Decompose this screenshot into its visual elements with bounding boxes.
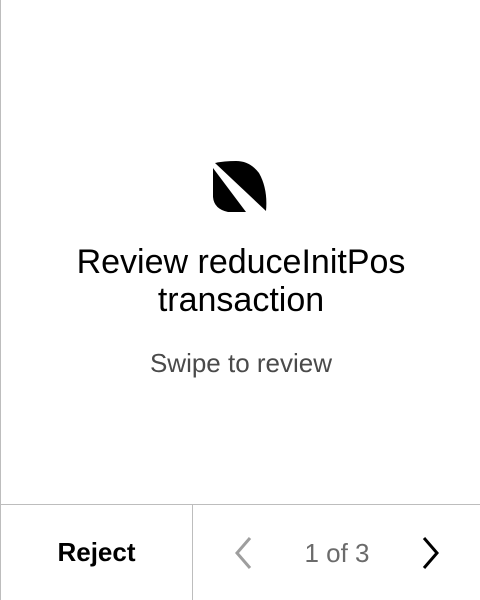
- title-line-2: transaction: [157, 281, 325, 319]
- swipe-hint: Swipe to review: [149, 348, 333, 378]
- app-logo-icon: [213, 161, 267, 212]
- chevron-left-icon[interactable]: [229, 535, 259, 571]
- reject-button[interactable]: Reject: [1, 505, 193, 600]
- page-title: Review reduceInitPos transaction: [1, 243, 480, 319]
- footer-bar: Reject 1 of 3: [1, 504, 480, 600]
- review-content[interactable]: Review reduceInitPos transaction Swipe t…: [1, 0, 480, 504]
- review-screen: Review reduceInitPos transaction Swipe t…: [0, 0, 480, 600]
- chevron-right-icon[interactable]: [415, 535, 445, 571]
- title-line-1: Review reduceInitPos: [76, 243, 406, 281]
- page-indicator: 1 of 3: [304, 538, 370, 568]
